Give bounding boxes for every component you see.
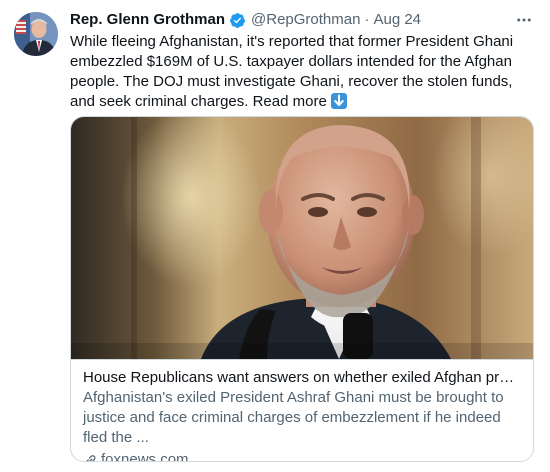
- author-name[interactable]: Rep. Glenn Grothman: [70, 10, 225, 30]
- card-title[interactable]: House Republicans want answers on whethe…: [83, 368, 521, 388]
- card-domain-row[interactable]: foxnews.com: [83, 450, 521, 461]
- link-preview-card[interactable]: House Republicans want answers on whethe…: [70, 116, 534, 462]
- author-handle[interactable]: @RepGrothman: [251, 10, 360, 30]
- tweet-header: Rep. Glenn Grothman @RepGrothman · Aug 2…: [70, 10, 530, 30]
- tweet[interactable]: Rep. Glenn Grothman @RepGrothman · Aug 2…: [0, 0, 550, 472]
- separator-dot: ·: [364, 11, 370, 28]
- more-options-icon[interactable]: [514, 10, 534, 30]
- down-arrow-emoji-icon: [330, 93, 347, 109]
- tweet-date[interactable]: Aug 24: [373, 10, 421, 30]
- verified-badge-icon: [229, 12, 246, 29]
- card-domain[interactable]: foxnews.com: [101, 450, 189, 461]
- card-meta[interactable]: House Republicans want answers on whethe…: [71, 359, 533, 461]
- read-more-link[interactable]: Read more: [253, 93, 327, 110]
- avatar[interactable]: [14, 12, 58, 56]
- card-image[interactable]: [71, 117, 533, 359]
- card-description[interactable]: Afghanistan's exiled President Ashraf Gh…: [83, 388, 521, 448]
- link-icon: [83, 453, 98, 461]
- tweet-text: While fleeing Afghanistan, it's reported…: [70, 32, 540, 112]
- avatar-image: [14, 12, 58, 56]
